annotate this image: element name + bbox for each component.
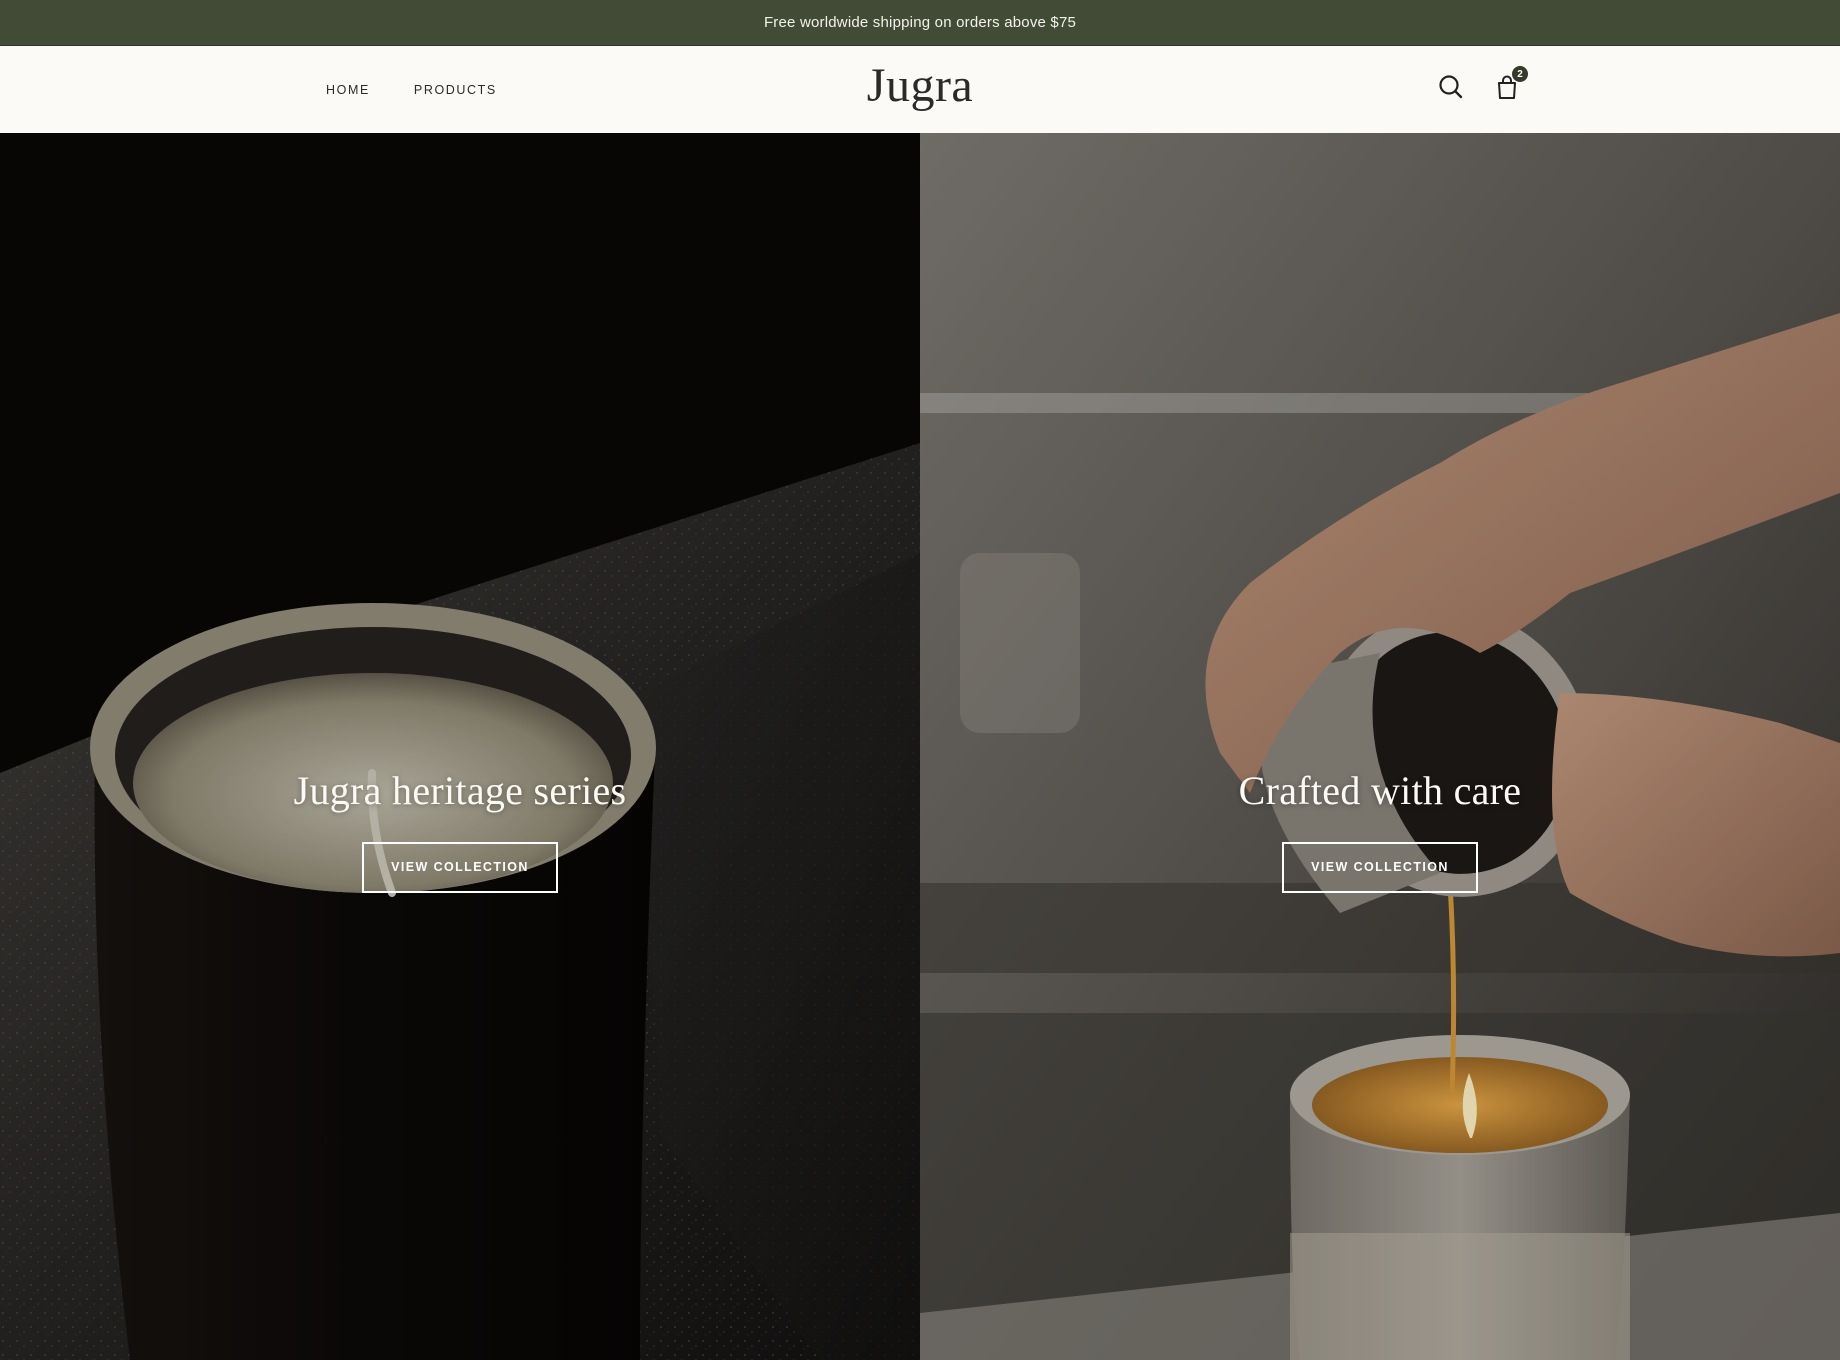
site-header: HOME PRODUCTS Jugra 2 [0, 46, 1840, 133]
announcement-bar: Free worldwide shipping on orders above … [0, 0, 1840, 46]
heritage-candle-image [0, 133, 920, 1360]
cart-count-badge: 2 [1512, 66, 1528, 82]
hero-section: Jugra heritage series VIEW COLLECTION Cr… [0, 133, 1840, 1360]
crafted-view-collection-button[interactable]: VIEW COLLECTION [1282, 842, 1478, 893]
brand-logo[interactable]: Jugra [820, 58, 1020, 113]
main-nav: HOME PRODUCTS [326, 46, 497, 133]
announcement-text: Free worldwide shipping on orders above … [763, 14, 1077, 31]
header-icons: 2 [1436, 66, 1528, 102]
nav-link-products[interactable]: PRODUCTS [414, 83, 497, 97]
hero-panel-crafted[interactable]: Crafted with care VIEW COLLECTION [920, 133, 1840, 1360]
heritage-view-collection-button[interactable]: VIEW COLLECTION [362, 842, 558, 893]
crafted-content: Crafted with care VIEW COLLECTION [920, 767, 1840, 893]
heritage-content: Jugra heritage series VIEW COLLECTION [0, 767, 920, 893]
search-icon [1439, 75, 1463, 99]
crafted-title: Crafted with care [1238, 768, 1522, 813]
search-button[interactable] [1436, 72, 1466, 102]
pouring-candle-image [920, 133, 1840, 1360]
heritage-title: Jugra heritage series [293, 768, 627, 813]
hero-panel-heritage[interactable]: Jugra heritage series VIEW COLLECTION [0, 133, 920, 1360]
nav-link-home[interactable]: HOME [326, 83, 370, 97]
cart-button[interactable]: 2 [1492, 66, 1528, 102]
